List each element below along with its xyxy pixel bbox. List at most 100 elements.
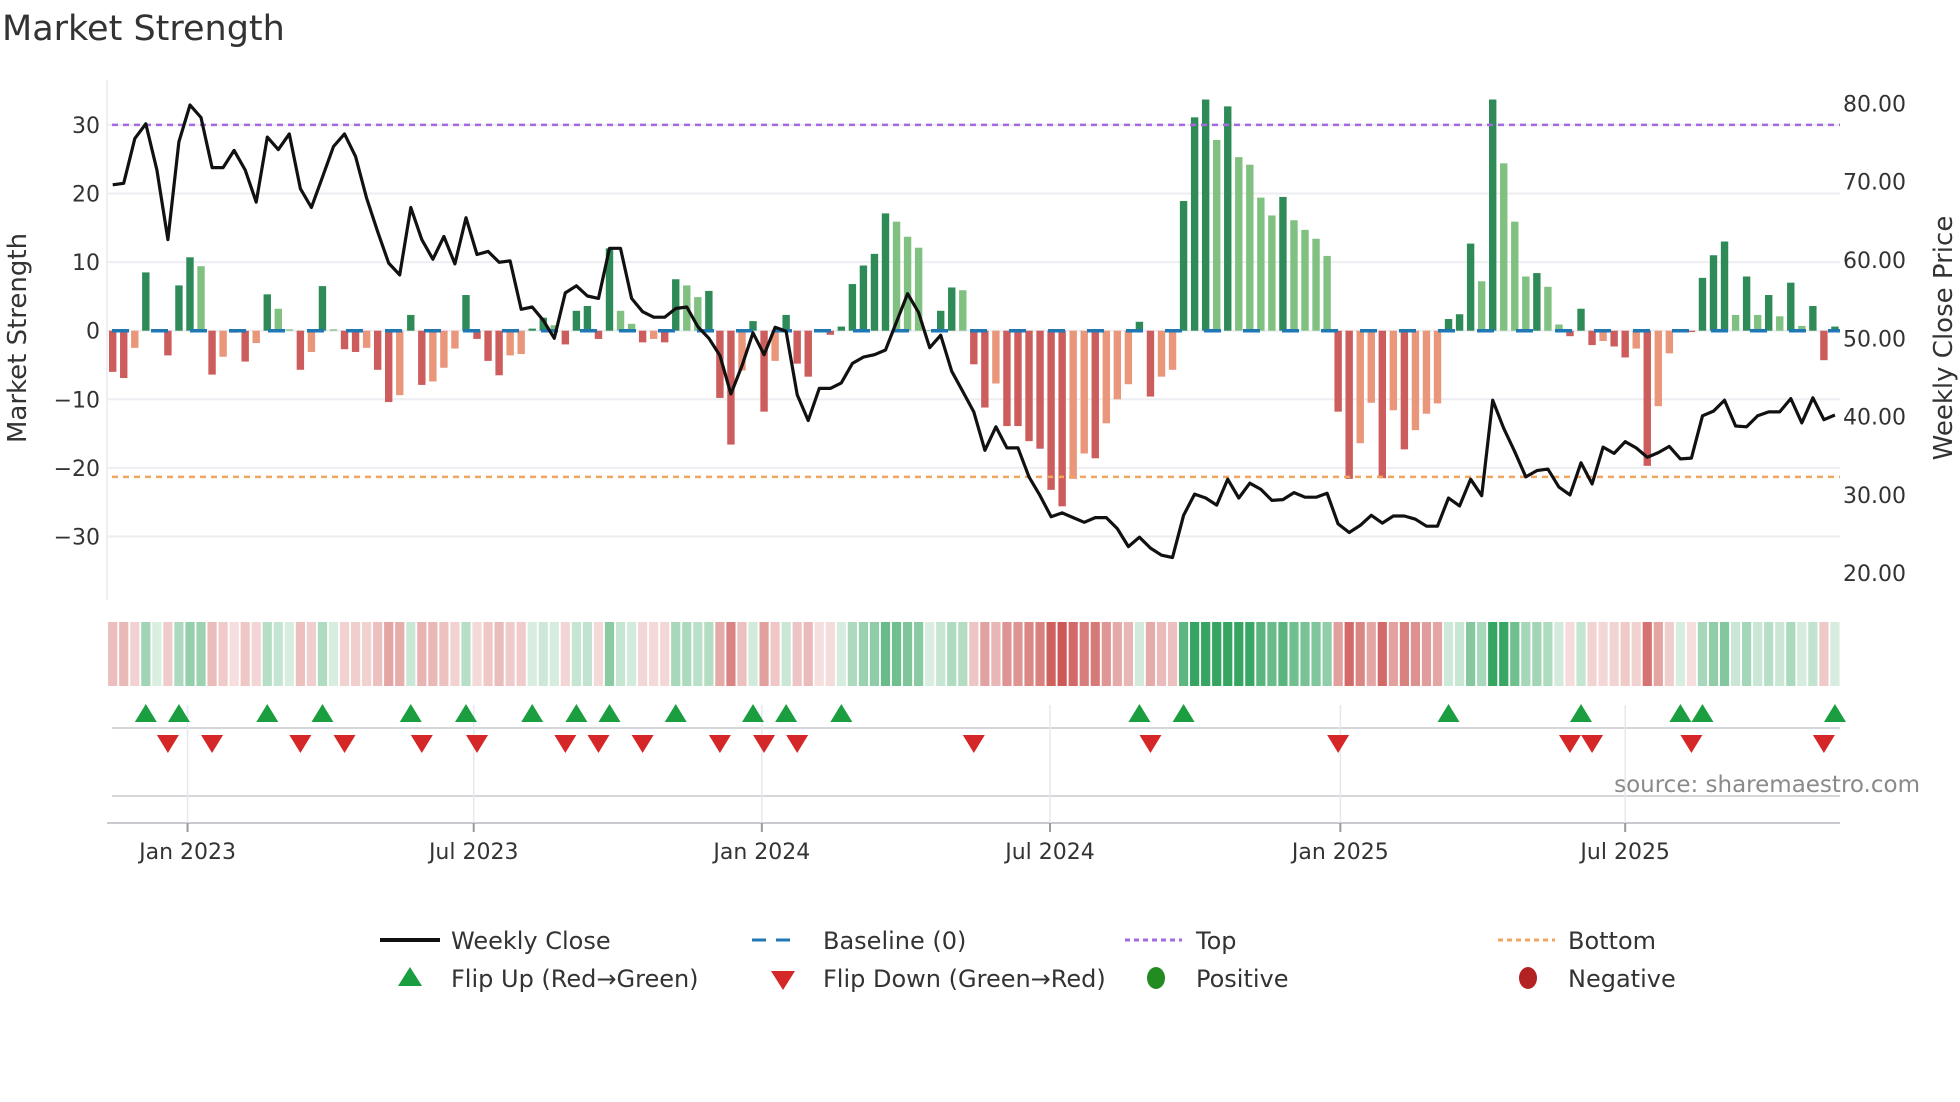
circle-positive-icon	[1147, 967, 1165, 989]
negative-bar	[241, 330, 249, 362]
negative-bar	[1400, 330, 1409, 450]
strip-cell	[1355, 622, 1365, 686]
positive-bar	[1511, 221, 1519, 331]
strip-cell	[914, 622, 924, 686]
negative-bar	[1124, 330, 1133, 385]
positive-bar	[616, 310, 625, 331]
positive-bar	[1776, 316, 1784, 331]
strip-cell	[1620, 622, 1630, 686]
positive-bar	[870, 253, 879, 331]
strip-cell	[571, 622, 581, 686]
negative-bar	[1080, 330, 1088, 454]
strip-cell	[902, 622, 913, 686]
strip-cell	[373, 622, 383, 686]
strip-cell	[384, 622, 394, 686]
negative-bar	[970, 330, 978, 365]
strip-cell	[317, 622, 328, 686]
strip-cell	[649, 622, 659, 686]
strip-cell	[152, 622, 162, 686]
strip-cell	[1830, 622, 1840, 686]
y2-tick-label: 30.00	[1843, 484, 1906, 509]
strip-cell	[638, 622, 648, 686]
triangle-down-icon	[771, 971, 795, 990]
strip-cell	[847, 622, 857, 686]
y-tick-label: 20	[72, 183, 100, 208]
x-axis-ticks: Jan 2023 Jul 2023 Jan 2024 Jul 2024 Jan 2025…	[137, 823, 1670, 865]
positive-bar	[903, 236, 912, 331]
strip-cell	[880, 622, 891, 686]
strip-cell	[1134, 622, 1145, 686]
strip-cell	[693, 622, 703, 686]
positive-bar	[318, 286, 327, 331]
negative-bar	[1654, 330, 1662, 407]
flip-down-marker-icon	[1680, 735, 1703, 753]
legend-item-top: Top	[1125, 927, 1237, 955]
legend-item-positive: Positive	[1147, 965, 1289, 993]
strip-cell	[1675, 622, 1685, 686]
strip-cell	[1057, 622, 1067, 686]
negative-bar	[1345, 330, 1353, 479]
positive-bar	[937, 310, 945, 331]
positive-bar	[1190, 117, 1199, 331]
x-tick-label: Jan 2025	[1290, 840, 1389, 865]
legend: Weekly Close Baseline (0) Top Bottom Fli…	[380, 927, 1676, 993]
strip-cell	[869, 622, 880, 686]
strip-cell	[406, 622, 416, 686]
strip-cell	[1686, 622, 1697, 686]
negative-bar	[1588, 330, 1596, 346]
positive-bar	[1544, 286, 1552, 331]
strip-cell	[196, 622, 206, 686]
strip-cell	[891, 622, 902, 686]
flip-down-marker-icon	[1812, 735, 1835, 753]
strip-cell	[1587, 622, 1597, 686]
positive-bar	[1787, 282, 1795, 331]
strip-cell	[1653, 622, 1663, 686]
strip-cell	[428, 622, 438, 686]
negative-bar	[208, 330, 216, 375]
strip-cell	[1410, 622, 1421, 686]
strip-cell	[1278, 622, 1288, 686]
strip-cell	[792, 622, 802, 686]
positive-bar	[175, 285, 183, 331]
negative-bar	[760, 330, 768, 412]
positive-bar	[263, 294, 271, 331]
strip-cell	[1289, 622, 1299, 686]
strip-cell	[682, 622, 692, 686]
positive-bar	[528, 328, 536, 331]
negative-bar	[561, 330, 570, 345]
positive-bar	[1257, 197, 1265, 331]
strip-cell	[1190, 622, 1200, 686]
positive-bar	[859, 265, 868, 331]
flip-down-marker-icon	[333, 735, 356, 753]
strip-cell	[1454, 622, 1465, 686]
negative-bar	[396, 330, 404, 396]
strip-cell	[1024, 622, 1034, 686]
strip-cell	[130, 622, 140, 686]
x-tick-label: Jul 2025	[1578, 840, 1670, 865]
flip-up-marker-icon	[598, 704, 621, 722]
negative-bar	[1157, 330, 1166, 377]
flip-up-marker-icon	[565, 704, 588, 722]
positive-bar	[329, 329, 338, 331]
flip-up-marker-icon	[1437, 704, 1460, 722]
flip-down-marker-icon	[708, 735, 731, 753]
negative-bar	[484, 330, 492, 361]
y-tick-label: 30	[72, 114, 100, 139]
positive-bar	[583, 306, 592, 331]
x-tick-label: Jul 2023	[427, 840, 519, 865]
legend-label: Negative	[1568, 965, 1676, 993]
flip-down-marker-icon	[1327, 735, 1350, 753]
positive-bar	[948, 287, 956, 331]
negative-bar	[495, 330, 503, 376]
strip-cell	[759, 622, 769, 686]
strip-cell	[1156, 622, 1167, 686]
flip-up-marker-icon	[830, 704, 853, 722]
negative-bar	[1632, 330, 1640, 349]
negative-bar	[638, 330, 647, 343]
strip-cell	[1786, 622, 1796, 686]
triangle-up-icon	[398, 967, 422, 986]
strip-cell	[1123, 622, 1133, 686]
x-tick-label: Jan 2024	[711, 840, 810, 865]
positive-bar	[1179, 201, 1188, 331]
strip-cell	[1267, 622, 1277, 686]
